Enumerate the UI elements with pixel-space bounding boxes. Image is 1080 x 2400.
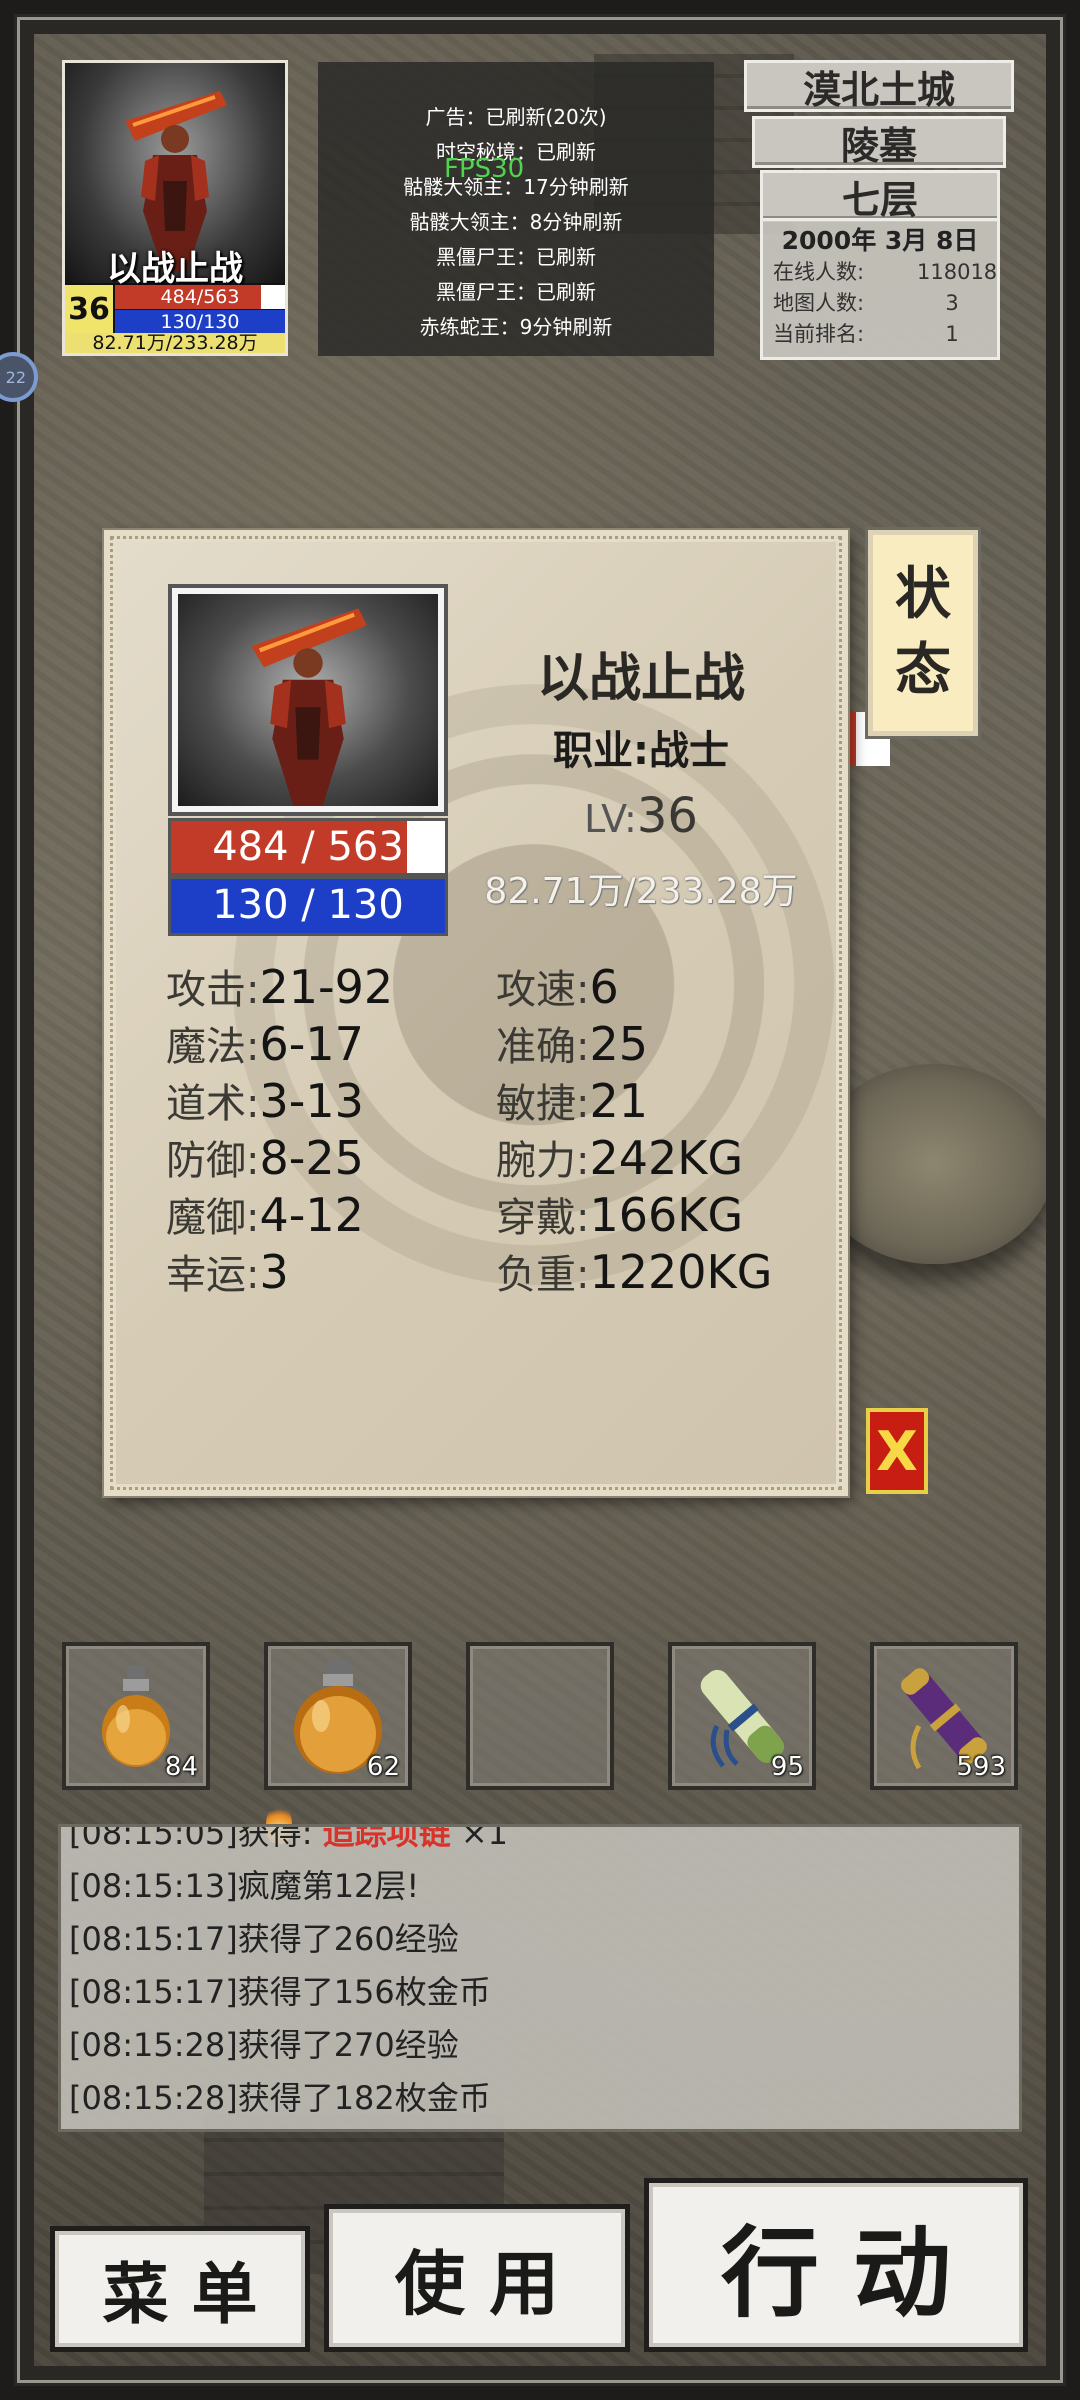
location-info-panel: 2000年 3月 8日 在线人数: 118018 地图人数: 3 当前排名: 1 <box>760 218 1000 360</box>
quick-slot-1[interactable]: 84 <box>62 1642 210 1790</box>
log-line: [08:15:05]获得: 追踪项链 ×1 <box>69 1824 1019 1860</box>
level-value: 36 <box>636 788 698 844</box>
player-level-badge: 36 <box>65 285 113 333</box>
tab-status-char: 状 <box>895 562 951 627</box>
menu-button[interactable]: 菜 单 <box>50 2226 310 2352</box>
player-hp-text: 484/563 <box>160 286 240 308</box>
player-hp-bar: 484/563 <box>115 285 285 309</box>
status-hp-bar: 484 / 563 <box>168 818 448 876</box>
notice-line: 广告：已刷新(20次) <box>425 105 607 129</box>
level-key: LV: <box>584 797 637 841</box>
stat-wear-weight: 穿戴:166KG <box>496 1188 744 1242</box>
stat-magic: 魔法:6-17 <box>166 1017 364 1071</box>
stat-defense: 防御:8-25 <box>166 1131 364 1185</box>
stat-hand-weight: 腕力:242KG <box>496 1131 744 1185</box>
item-count: 62 <box>366 1752 400 1782</box>
mp-current: 130 <box>212 882 289 928</box>
status-mp-text: 130 / 130 <box>212 882 404 928</box>
quick-slot-5[interactable]: 593 <box>870 1642 1018 1790</box>
game-date: 2000年 3月 8日 <box>781 226 979 255</box>
zone-button[interactable]: 陵墓 <box>752 116 1006 168</box>
floor-button[interactable]: 七层 <box>760 170 1000 222</box>
player-mp-bar: 130/130 <box>115 310 285 333</box>
notice-line: 赤练蛇王：9分钟刷新 <box>419 315 613 339</box>
fps-counter: FPS30 <box>444 154 525 184</box>
status-job: 职业:战士 <box>553 728 729 774</box>
rank-value: 1 <box>945 322 959 346</box>
player-portrait-card[interactable]: 以战止战 36 484/563 130/130 82.71万/233.28万 <box>62 60 288 356</box>
status-hp-text: 484 / 563 <box>212 824 404 870</box>
message-log[interactable]: [08:15:05]获得: 追踪项链 ×1 [08:15:13]疯魔第12层! … <box>58 1824 1022 2132</box>
tab-status[interactable]: 状 态 <box>868 530 978 736</box>
rank-row: 当前排名: 1 <box>773 319 987 350</box>
map-count-label: 地图人数: <box>773 291 865 315</box>
online-count-value: 118018 <box>917 260 998 284</box>
mp-max: 130 <box>327 882 404 928</box>
status-level: LV:36 <box>456 788 826 844</box>
stat-magic-defense: 魔御:4-12 <box>166 1188 364 1242</box>
side-tab-label: 22 <box>5 367 26 387</box>
notice-line: 黑僵尸王：已刷新 <box>436 245 596 269</box>
stat-luck: 幸运:3 <box>166 1245 289 1299</box>
stat-attack-speed: 攻速:6 <box>496 960 619 1014</box>
stat-taoism: 道术:3-13 <box>166 1074 364 1128</box>
quick-slot-2[interactable]: 62 <box>264 1642 412 1790</box>
log-line: [08:15:28]获得了182枚金币 <box>69 2079 491 2117</box>
action-button[interactable]: 行 动 <box>644 2178 1028 2352</box>
player-mp-text: 130/130 <box>160 311 240 333</box>
stat-agility: 敏捷:21 <box>496 1074 649 1128</box>
stat-accuracy: 准确:25 <box>496 1017 649 1071</box>
player-name: 以战止战 <box>107 249 243 289</box>
tab-status-char: 态 <box>895 638 951 703</box>
online-count-row: 在线人数: 118018 <box>773 257 998 288</box>
notice-line: 黑僵尸王：已刷新 <box>436 280 596 304</box>
status-exp: 82.71万/233.28万 <box>484 871 798 912</box>
map-count-value: 3 <box>945 291 959 315</box>
status-character-name: 以战止战 <box>536 649 745 709</box>
status-mp-bar: 130 / 130 <box>168 876 448 936</box>
boss-refresh-notice: 广告：已刷新(20次) 时空秘境：已刷新 骷髅大领主：17分钟刷新 骷髅大领主：… <box>318 62 714 356</box>
log-item-highlight: 追踪项链 <box>322 1824 451 1852</box>
rank-label: 当前排名: <box>773 322 865 346</box>
close-button[interactable]: X <box>866 1408 928 1494</box>
background-stone-platform <box>814 1064 1046 1264</box>
log-line: [08:15:28]获得了270经验 <box>69 2026 459 2064</box>
item-count: 84 <box>164 1752 198 1782</box>
player-exp-bar: 82.71万/233.28万 <box>65 333 285 353</box>
status-avatar <box>178 594 438 806</box>
item-count: 593 <box>956 1752 1006 1782</box>
city-button[interactable]: 漠北土城 <box>744 60 1014 112</box>
use-button[interactable]: 使 用 <box>324 2204 630 2352</box>
warrior-large-icon <box>251 608 367 806</box>
quick-slot-3-empty[interactable] <box>466 1642 614 1790</box>
log-line: [08:15:17]获得了156枚金币 <box>69 1973 491 2011</box>
item-count: 95 <box>770 1752 804 1782</box>
character-status-panel: 484 / 563 130 / 130 以战止战 职业:战士 LV:36 82.… <box>104 530 848 1496</box>
quick-slot-4[interactable]: 95 <box>668 1642 816 1790</box>
map-count-row: 地图人数: 3 <box>773 288 987 319</box>
stats-grid: 攻击:21-92 攻速:6 魔法:6-17 准确:25 道术:3-13 敏捷:2… <box>166 960 826 1302</box>
hp-current: 484 <box>212 824 289 870</box>
status-portrait-frame <box>168 584 448 816</box>
log-line: [08:15:13]疯魔第12层! <box>69 1867 420 1905</box>
notice-line: 骷髅大领主：8分钟刷新 <box>409 210 623 234</box>
log-line: [08:15:17]获得了260经验 <box>69 1920 459 1958</box>
hp-max: 563 <box>327 824 404 870</box>
stat-bag-weight: 负重:1220KG <box>496 1245 773 1299</box>
stat-attack: 攻击:21-92 <box>166 960 394 1014</box>
online-count-label: 在线人数: <box>773 260 865 284</box>
